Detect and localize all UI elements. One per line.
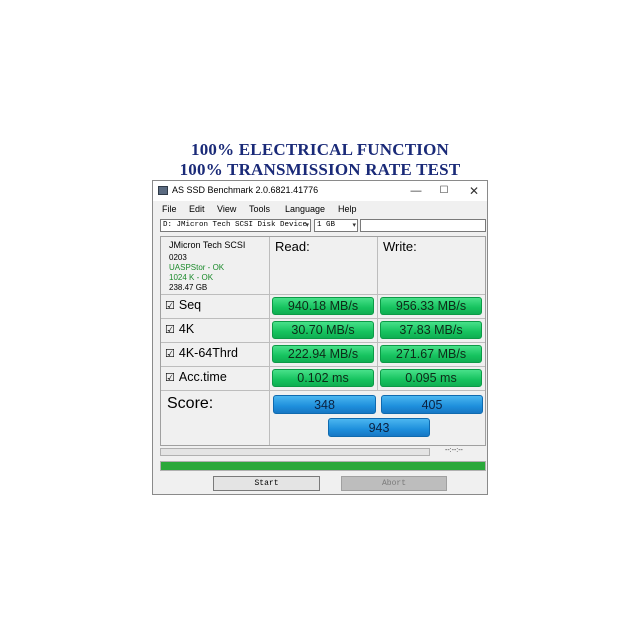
device-capacity: 238.47 GB: [169, 283, 208, 292]
minimize-button[interactable]: —: [401, 182, 431, 200]
close-button[interactable]: ✕: [459, 182, 489, 200]
menu-tools[interactable]: Tools: [249, 204, 270, 214]
checkbox-checked-icon[interactable]: ☑: [165, 323, 175, 336]
acctime-write-result: 0.095 ms: [380, 369, 482, 387]
benchmark-window: AS SSD Benchmark 2.0.6821.41776 — ☐ ✕ Fi…: [152, 180, 488, 495]
row-divider: [161, 390, 485, 391]
4k-write-result: 37.83 MB/s: [380, 321, 482, 339]
test-seq-label[interactable]: ☑ Seq: [165, 298, 201, 312]
score-read: 348: [273, 395, 376, 414]
checkbox-checked-icon[interactable]: ☑: [165, 371, 175, 384]
size-select-value: 1 GB: [317, 221, 336, 229]
read-column-header: Read:: [275, 239, 310, 254]
checkbox-checked-icon[interactable]: ☑: [165, 347, 175, 360]
device-name: JMicron Tech SCSI: [169, 240, 246, 250]
overall-progress-bar: [160, 461, 486, 471]
elapsed-time: --:--:--: [445, 447, 463, 454]
window-title: AS SSD Benchmark 2.0.6821.41776: [172, 185, 319, 195]
menu-file[interactable]: File: [162, 204, 177, 214]
checkbox-checked-icon[interactable]: ☑: [165, 299, 175, 312]
seq-read-result: 940.18 MB/s: [272, 297, 374, 315]
menu-help[interactable]: Help: [338, 204, 357, 214]
row-divider: [161, 318, 485, 319]
drive-select-value: D: JMicron Tech SCSI Disk Device: [163, 221, 308, 229]
device-firmware: 0203: [169, 253, 187, 262]
score-label: Score:: [167, 395, 214, 412]
score-total: 943: [328, 418, 430, 437]
chevron-down-icon: ▾: [352, 221, 356, 229]
start-button[interactable]: Start: [213, 476, 320, 491]
maximize-button[interactable]: ☐: [429, 182, 459, 200]
menu-bar: File Edit View Tools Language Help: [153, 203, 487, 217]
overall-progress-fill: [161, 462, 485, 470]
seq-write-result: 956.33 MB/s: [380, 297, 482, 315]
size-select[interactable]: 1 GB ▾: [314, 219, 358, 232]
test-4k64-label[interactable]: ☑ 4K-64Thrd: [165, 346, 238, 360]
test-progress-bar: [160, 448, 430, 456]
test-acctime-label[interactable]: ☑ Acc.time: [165, 370, 227, 384]
title-bar[interactable]: AS SSD Benchmark 2.0.6821.41776 — ☐ ✕: [153, 181, 487, 201]
row-divider: [161, 294, 485, 295]
device-driver-status: UASPStor - OK: [169, 263, 225, 272]
menu-language[interactable]: Language: [285, 204, 325, 214]
headline-line-1: 100% ELECTRICAL FUNCTION: [191, 140, 449, 159]
app-icon: [158, 186, 168, 195]
menu-edit[interactable]: Edit: [189, 204, 205, 214]
column-divider: [377, 237, 378, 390]
row-divider: [161, 342, 485, 343]
column-divider: [269, 237, 270, 445]
4k64-read-result: 222.94 MB/s: [272, 345, 374, 363]
acctime-read-result: 0.102 ms: [272, 369, 374, 387]
device-alignment-status: 1024 K - OK: [169, 273, 214, 282]
abort-button[interactable]: Abort: [341, 476, 447, 491]
write-column-header: Write:: [383, 239, 417, 254]
headline-line-2: 100% TRANSMISSION RATE TEST: [179, 160, 461, 179]
drive-select[interactable]: D: JMicron Tech SCSI Disk Device ▾: [160, 219, 311, 232]
4k-read-result: 30.70 MB/s: [272, 321, 374, 339]
menu-view[interactable]: View: [217, 204, 236, 214]
extra-input[interactable]: [360, 219, 486, 232]
score-write: 405: [381, 395, 483, 414]
test-4k-label[interactable]: ☑ 4K: [165, 322, 194, 336]
results-panel: JMicron Tech SCSI 0203 UASPStor - OK 102…: [160, 236, 486, 446]
row-divider: [161, 366, 485, 367]
chevron-down-icon: ▾: [305, 221, 309, 229]
4k64-write-result: 271.67 MB/s: [380, 345, 482, 363]
